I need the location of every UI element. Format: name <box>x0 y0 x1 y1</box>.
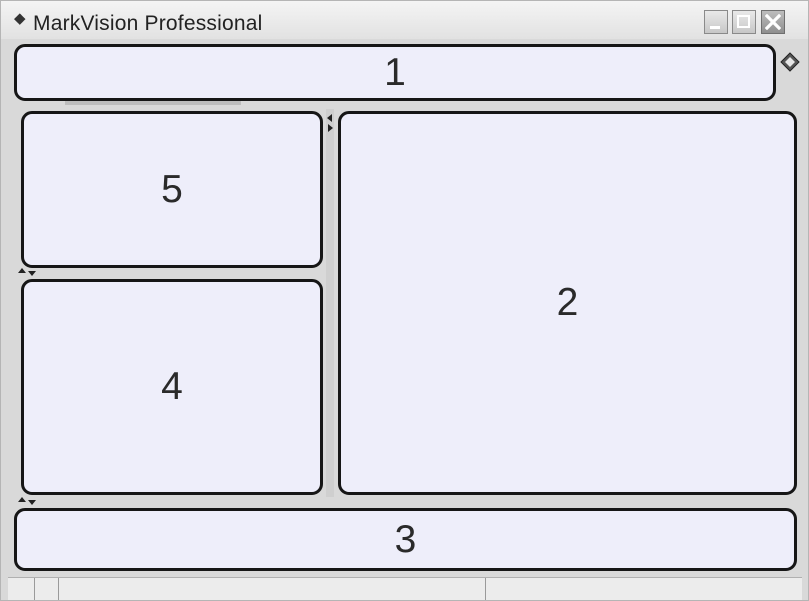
app-diamond-icon: ◆ <box>14 10 26 27</box>
panel-5: 5 <box>21 111 323 268</box>
title-bar[interactable]: ◆ MarkVision Professional <box>1 1 808 39</box>
collapse-left-arrow-icon[interactable] <box>327 114 332 122</box>
status-cell <box>8 578 35 600</box>
expand-right-arrow-icon[interactable] <box>328 124 333 132</box>
expand-down-arrow-icon[interactable] <box>28 271 36 276</box>
app-window: ◆ MarkVision Professional 1 5 4 2 3 <box>0 0 809 601</box>
panel-3: 3 <box>14 508 797 571</box>
maximize-button[interactable] <box>732 10 756 34</box>
status-bar <box>8 577 802 600</box>
close-button[interactable] <box>761 10 785 34</box>
collapse-up-arrow-icon[interactable] <box>18 268 26 273</box>
collapse-up-arrow-icon[interactable] <box>18 497 26 502</box>
status-cell <box>59 578 486 600</box>
panel-number: 2 <box>556 281 579 324</box>
panel-number: 1 <box>384 50 406 94</box>
panel-number: 5 <box>161 167 183 211</box>
minimize-button[interactable] <box>704 10 728 34</box>
vertical-splitter[interactable] <box>326 109 334 497</box>
status-cell <box>35 578 59 600</box>
close-icon <box>765 14 781 30</box>
window-title: MarkVision Professional <box>33 12 263 35</box>
panel-number: 4 <box>161 365 183 408</box>
expand-down-arrow-icon[interactable] <box>28 500 36 505</box>
panel-number: 3 <box>394 517 417 561</box>
panel-1: 1 <box>14 44 776 101</box>
panel-2: 2 <box>338 111 797 495</box>
diamond-icon[interactable] <box>780 52 800 72</box>
tab-strip <box>65 101 241 105</box>
panel-4: 4 <box>21 279 323 495</box>
